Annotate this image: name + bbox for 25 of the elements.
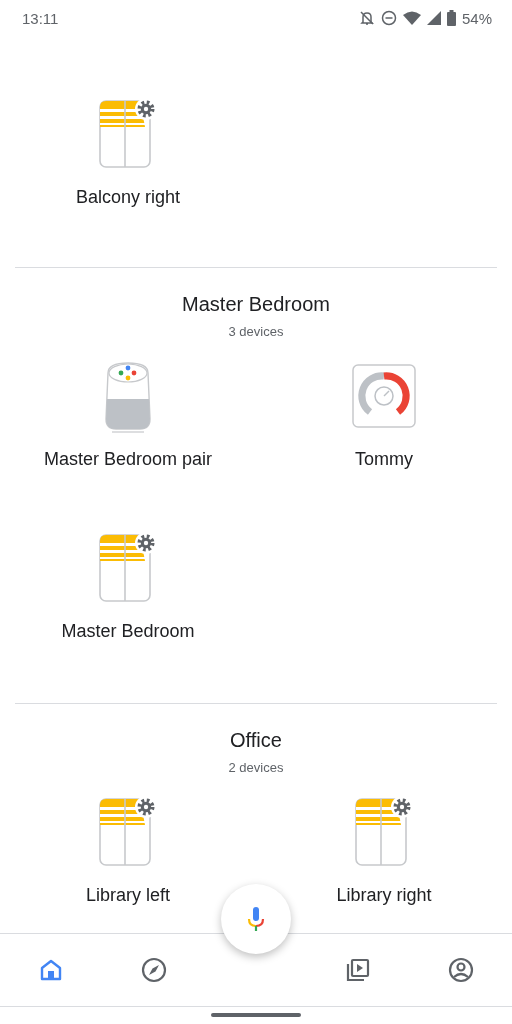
notifications-off-icon xyxy=(358,10,375,26)
microphone-icon xyxy=(247,906,265,932)
voice-search-button[interactable] xyxy=(221,884,291,954)
room-title: Master Bedroom xyxy=(182,292,330,317)
wifi-icon xyxy=(402,11,421,25)
account-icon xyxy=(447,957,474,983)
battery-percent: 54% xyxy=(461,9,492,27)
thermostat-gauge-icon xyxy=(352,364,416,428)
room-title: Office xyxy=(230,728,282,753)
device-name[interactable]: Master Bedroom pair xyxy=(43,449,213,470)
device-name[interactable]: Balcony right xyxy=(75,187,181,208)
device-name[interactable]: Library left xyxy=(85,885,170,906)
home-icon xyxy=(39,958,64,982)
media-play-icon xyxy=(345,957,372,983)
do-not-disturb-icon xyxy=(380,10,397,26)
clock-time: 13:11 xyxy=(22,9,59,27)
device-name[interactable]: Library right xyxy=(336,885,432,906)
device-count: 3 devices xyxy=(228,324,284,339)
device-count: 2 devices xyxy=(228,760,284,775)
battery-icon xyxy=(446,10,456,26)
compass-icon xyxy=(140,957,167,983)
signal-icon xyxy=(426,11,441,25)
device-name[interactable]: Tommy xyxy=(355,449,413,470)
smart-speaker-icon xyxy=(104,359,152,433)
device-name[interactable]: Master Bedroom xyxy=(61,621,195,642)
